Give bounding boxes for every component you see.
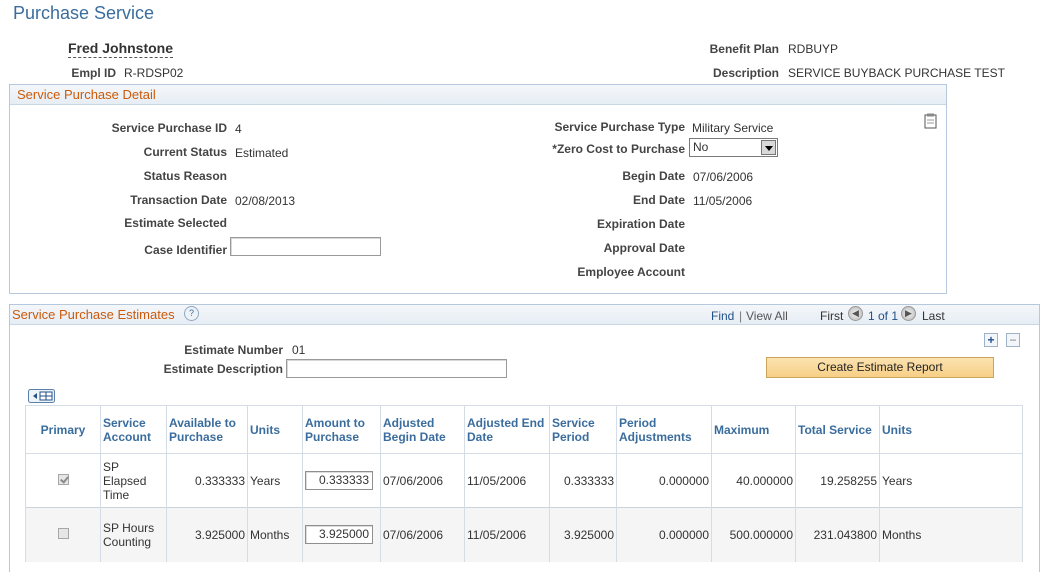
col-total-service[interactable]: Total Service [795, 405, 880, 454]
current-status-value: Estimated [235, 146, 289, 160]
total-units-cell: Months [879, 507, 1023, 562]
employee-name: Fred Johnstone [68, 40, 174, 58]
next-icon[interactable]: ▶ [901, 306, 916, 321]
remove-row-icon[interactable]: − [1006, 333, 1020, 347]
service-purchase-detail-panel: Service Purchase Detail [9, 84, 947, 294]
total-units-cell: Years [879, 453, 1023, 508]
primary-cell [25, 507, 101, 562]
end-date-value: 11/05/2006 [693, 194, 753, 208]
page-count: 1 of 1 [868, 309, 899, 323]
begin-date-value: 07/06/2006 [693, 170, 754, 184]
col-maximum[interactable]: Maximum [711, 405, 796, 454]
case-identifier-label: Case Identifier [144, 243, 227, 257]
description-value: SERVICE BUYBACK PURCHASE TEST [788, 66, 1005, 80]
maximum-cell: 500.000000 [711, 507, 796, 562]
detail-panel-header: Service Purchase Detail [10, 85, 946, 105]
current-status-label: Current Status [143, 145, 227, 159]
adj-begin-cell: 07/06/2006 [380, 507, 465, 562]
estimate-description-input[interactable] [286, 359, 507, 378]
expiration-date-label: Expiration Date [596, 217, 685, 231]
create-estimate-report-button[interactable]: Create Estimate Report [766, 357, 994, 378]
service-account-cell: SP Elapsed Time [100, 453, 167, 508]
service-purchase-type-label: Service Purchase Type [554, 120, 685, 134]
estimate-selected-label: Estimate Selected [124, 216, 227, 230]
service-purchase-type-value: Military Service [692, 121, 774, 135]
zero-cost-select[interactable]: No [689, 138, 778, 157]
zero-cost-selected-value: No [693, 140, 709, 154]
col-period-adjustments[interactable]: Period Adjustments [616, 405, 712, 454]
period-adjustments-cell: 0.000000 [616, 507, 712, 562]
estimate-description-label: Estimate Description [163, 362, 283, 376]
estimate-number-value: 01 [292, 343, 306, 357]
total-service-cell: 19.258255 [795, 453, 880, 508]
amount-cell: 0.333333 [302, 453, 381, 508]
primary-cell [25, 453, 101, 508]
transaction-date-value: 02/08/2013 [235, 194, 296, 208]
page-title: Purchase Service [13, 3, 155, 23]
amount-cell: 3.925000 [302, 507, 381, 562]
primary-checkbox[interactable] [57, 527, 69, 539]
maximum-cell: 40.000000 [711, 453, 796, 508]
end-date-label: End Date [632, 193, 685, 207]
units-cell: Years [247, 453, 303, 508]
col-service-account[interactable]: Service Account [100, 405, 167, 454]
benefit-plan-label: Benefit Plan [709, 42, 779, 56]
period-adjustments-cell: 0.000000 [616, 453, 712, 508]
col-available-to-purchase[interactable]: Available to Purchase [166, 405, 248, 454]
last-link[interactable]: Last [922, 309, 945, 323]
estimates-panel-title: Service Purchase Estimates [12, 307, 175, 322]
view-all-link[interactable]: View All [746, 309, 788, 323]
begin-date-label: Begin Date [622, 169, 685, 183]
estimate-number-label: Estimate Number [184, 343, 283, 357]
table-row: SP Hours Counting 3.925000 Months 3.9250… [25, 507, 1023, 562]
empl-id-label: Empl ID [71, 66, 116, 80]
employee-account-label: Employee Account [577, 265, 685, 279]
grid-header-row: Primary Service Account Available to Pur… [25, 405, 1023, 454]
status-reason-label: Status Reason [143, 169, 227, 183]
previous-icon[interactable]: ◀ [848, 306, 863, 321]
available-cell: 0.333333 [166, 453, 248, 508]
col-adjusted-end-date[interactable]: Adjusted End Date [464, 405, 550, 454]
adj-end-cell: 11/05/2006 [464, 507, 550, 562]
amount-input[interactable]: 0.333333 [305, 471, 373, 490]
total-service-cell: 231.043800 [795, 507, 880, 562]
chevron-down-icon[interactable] [761, 140, 776, 155]
separator: | [739, 309, 743, 323]
transaction-date-label: Transaction Date [130, 193, 227, 207]
service-account-cell: SP Hours Counting [100, 507, 167, 562]
notepad-icon[interactable] [924, 113, 938, 129]
col-amount-to-purchase[interactable]: Amount to Purchase [302, 405, 381, 454]
col-service-period[interactable]: Service Period [549, 405, 617, 454]
col-adjusted-begin-date[interactable]: Adjusted Begin Date [380, 405, 465, 454]
amount-input[interactable]: 3.925000 [305, 525, 373, 545]
approval-date-label: Approval Date [603, 241, 685, 255]
service-purchase-id-value: 4 [235, 122, 242, 136]
table-row: SP Elapsed Time 0.333333 Years 0.333333 … [25, 453, 1023, 508]
available-cell: 3.925000 [166, 507, 248, 562]
service-purchase-id-label: Service Purchase ID [111, 121, 227, 135]
estimates-grid: Primary Service Account Available to Pur… [25, 405, 1023, 562]
adj-begin-cell: 07/06/2006 [380, 453, 465, 508]
case-identifier-input[interactable] [230, 237, 381, 256]
detail-panel-title: Service Purchase Detail [17, 87, 156, 102]
col-primary[interactable]: Primary [25, 405, 101, 454]
add-row-icon[interactable]: + [984, 333, 998, 347]
adj-end-cell: 11/05/2006 [464, 453, 550, 508]
grid-view-icon[interactable] [28, 389, 55, 403]
col-total-units[interactable]: Units [879, 405, 1023, 454]
primary-checkbox[interactable] [57, 473, 69, 485]
description-label: Description [712, 66, 779, 80]
first-link[interactable]: First [820, 309, 843, 323]
benefit-plan-value: RDBUYP [788, 42, 839, 56]
units-cell: Months [247, 507, 303, 562]
help-icon[interactable]: ? [184, 306, 199, 321]
empl-id-value: R-RDSP02 [124, 66, 184, 80]
service-period-cell: 0.333333 [549, 453, 617, 508]
zero-cost-label: *Zero Cost to Purchase [552, 142, 685, 156]
find-link[interactable]: Find [711, 309, 734, 323]
col-units[interactable]: Units [247, 405, 303, 454]
service-period-cell: 3.925000 [549, 507, 617, 562]
